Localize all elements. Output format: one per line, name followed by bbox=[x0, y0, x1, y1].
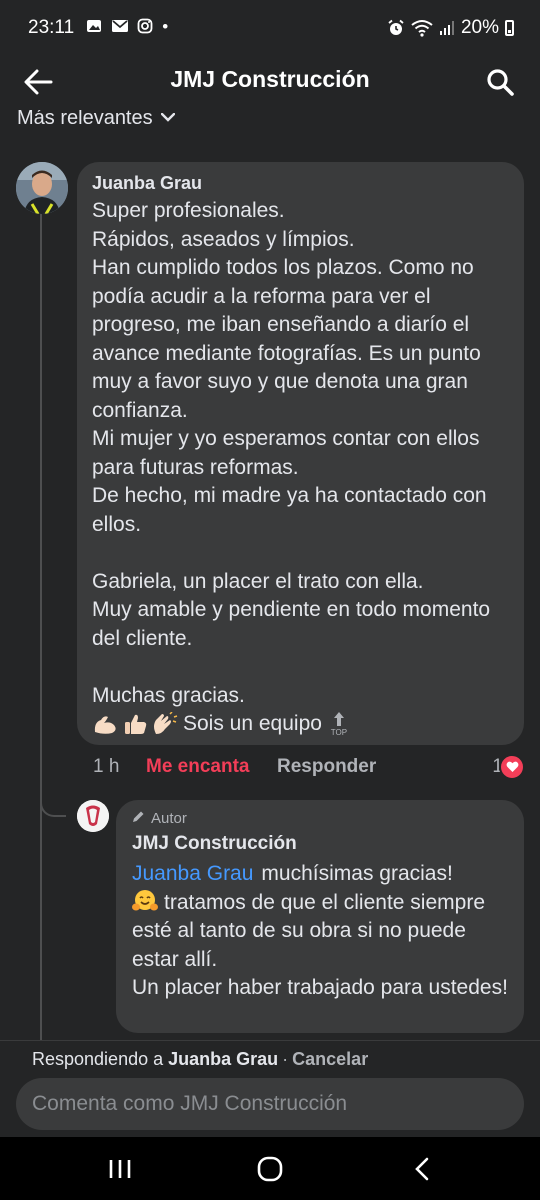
instagram-icon bbox=[138, 18, 153, 34]
reply-text-line1: muchísimas gracias! bbox=[261, 862, 453, 885]
wifi-icon bbox=[411, 20, 433, 37]
comment-input[interactable] bbox=[16, 1078, 524, 1130]
gallery-icon bbox=[87, 20, 101, 32]
comment-bubble[interactable]: Juanba Grau Super profesionales. Rápidos… bbox=[77, 162, 524, 745]
replying-to-bar: Respondiendo a Juanba Grau · Cancelar bbox=[32, 1049, 368, 1070]
battery-percent: 20% bbox=[460, 17, 499, 38]
reply-button[interactable]: Responder bbox=[277, 756, 376, 778]
recents-icon bbox=[109, 1160, 131, 1178]
heart-icon[interactable] bbox=[499, 754, 525, 780]
back-chevron-icon bbox=[415, 1157, 429, 1181]
back-nav-button[interactable] bbox=[392, 1151, 452, 1187]
mention-link[interactable]: Juanba Grau bbox=[132, 862, 253, 885]
search-icon bbox=[487, 69, 514, 96]
sort-label: Más relevantes bbox=[17, 107, 153, 129]
reply-text: Juanba Grau muchísimas gracias! tratamos … bbox=[132, 860, 508, 1003]
alarm-icon bbox=[388, 19, 404, 35]
notification-icons: • bbox=[86, 17, 172, 37]
reply-text-rest: tratamos de que el cliente siempre esté … bbox=[132, 890, 485, 971]
sort-overlap-mask bbox=[0, 96, 540, 110]
comment-author[interactable]: Juanba Grau bbox=[92, 172, 509, 194]
reply-connector bbox=[40, 790, 66, 817]
page-logo bbox=[77, 800, 109, 832]
battery-icon bbox=[505, 20, 514, 36]
profile-photo bbox=[16, 162, 68, 214]
page-title: JMJ Construcción bbox=[170, 66, 370, 92]
author-badge: Autor bbox=[132, 810, 508, 828]
replying-name: Juanba Grau bbox=[168, 1049, 279, 1069]
hugging-face-emoji bbox=[132, 889, 158, 913]
status-time: 23:11 bbox=[28, 17, 75, 38]
reply-author[interactable]: JMJ Construcción bbox=[132, 831, 508, 857]
love-reaction-button[interactable]: Me encanta bbox=[146, 756, 249, 778]
recents-button[interactable] bbox=[90, 1151, 150, 1187]
signal-icon bbox=[439, 21, 454, 35]
reply-avatar[interactable] bbox=[77, 800, 109, 832]
comment-actions: 1 h Me encanta Responder 1 bbox=[93, 754, 525, 780]
comment-composer: Respondiendo a Juanba Grau · Cancelar bbox=[0, 1040, 540, 1138]
flexed-biceps-emoji bbox=[92, 712, 120, 736]
home-button[interactable] bbox=[240, 1151, 300, 1187]
cancel-reply-button[interactable]: Cancelar bbox=[292, 1049, 368, 1069]
top-arrow-emoji: TOP bbox=[330, 711, 348, 737]
home-icon bbox=[257, 1156, 283, 1182]
comment-text: Super profesionales. Rápidos, aseados y … bbox=[92, 199, 491, 707]
avatar[interactable] bbox=[16, 162, 68, 214]
thumbs-up-emoji bbox=[121, 712, 149, 736]
comment-time: 1 h bbox=[93, 756, 120, 777]
status-bar: 23:11 • 20% bbox=[0, 0, 540, 56]
comment-last-line-text: Sois un equipo bbox=[183, 712, 322, 735]
replying-prefix: Respondiendo a bbox=[32, 1049, 164, 1069]
top-emoji-label: TOP bbox=[330, 727, 348, 737]
chevron-down-icon bbox=[160, 110, 175, 126]
thread-line bbox=[40, 208, 42, 1040]
system-nav-bar bbox=[0, 1137, 540, 1200]
pencil-icon bbox=[132, 810, 145, 828]
system-status: 20% bbox=[387, 17, 514, 39]
mail-icon bbox=[111, 20, 128, 32]
separator: · bbox=[282, 1049, 289, 1069]
author-badge-label: Autor bbox=[151, 810, 187, 827]
clapping-hands-emoji bbox=[150, 711, 178, 736]
dot-icon: • bbox=[162, 17, 173, 36]
reply-text-last: Un placer haber trabajado para ustedes! bbox=[132, 976, 508, 999]
reply-bubble[interactable]: Autor JMJ Construcción Juanba Grau muchís… bbox=[116, 800, 524, 1033]
comment-last-line: Sois un equipo TOP bbox=[92, 710, 509, 738]
